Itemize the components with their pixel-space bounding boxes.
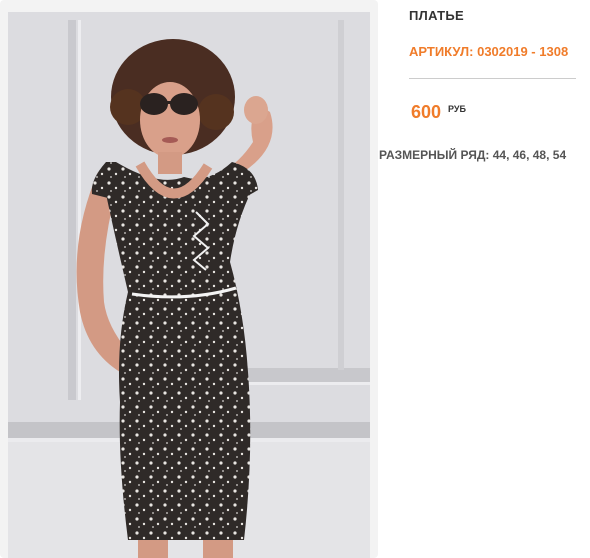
product-title: ПЛАТЬЕ [409,8,464,23]
size-range: РАЗМЕРНЫЙ РЯД: 44, 46, 48, 54 [379,148,567,162]
price-currency: РУБ [448,104,466,114]
product-photo[interactable] [8,12,370,558]
product-price: 600 [411,102,442,122]
divider [409,78,576,79]
product-photo-frame [0,0,378,558]
product-sku: АРТИКУЛ: 0302019 - 1308 [409,44,569,59]
